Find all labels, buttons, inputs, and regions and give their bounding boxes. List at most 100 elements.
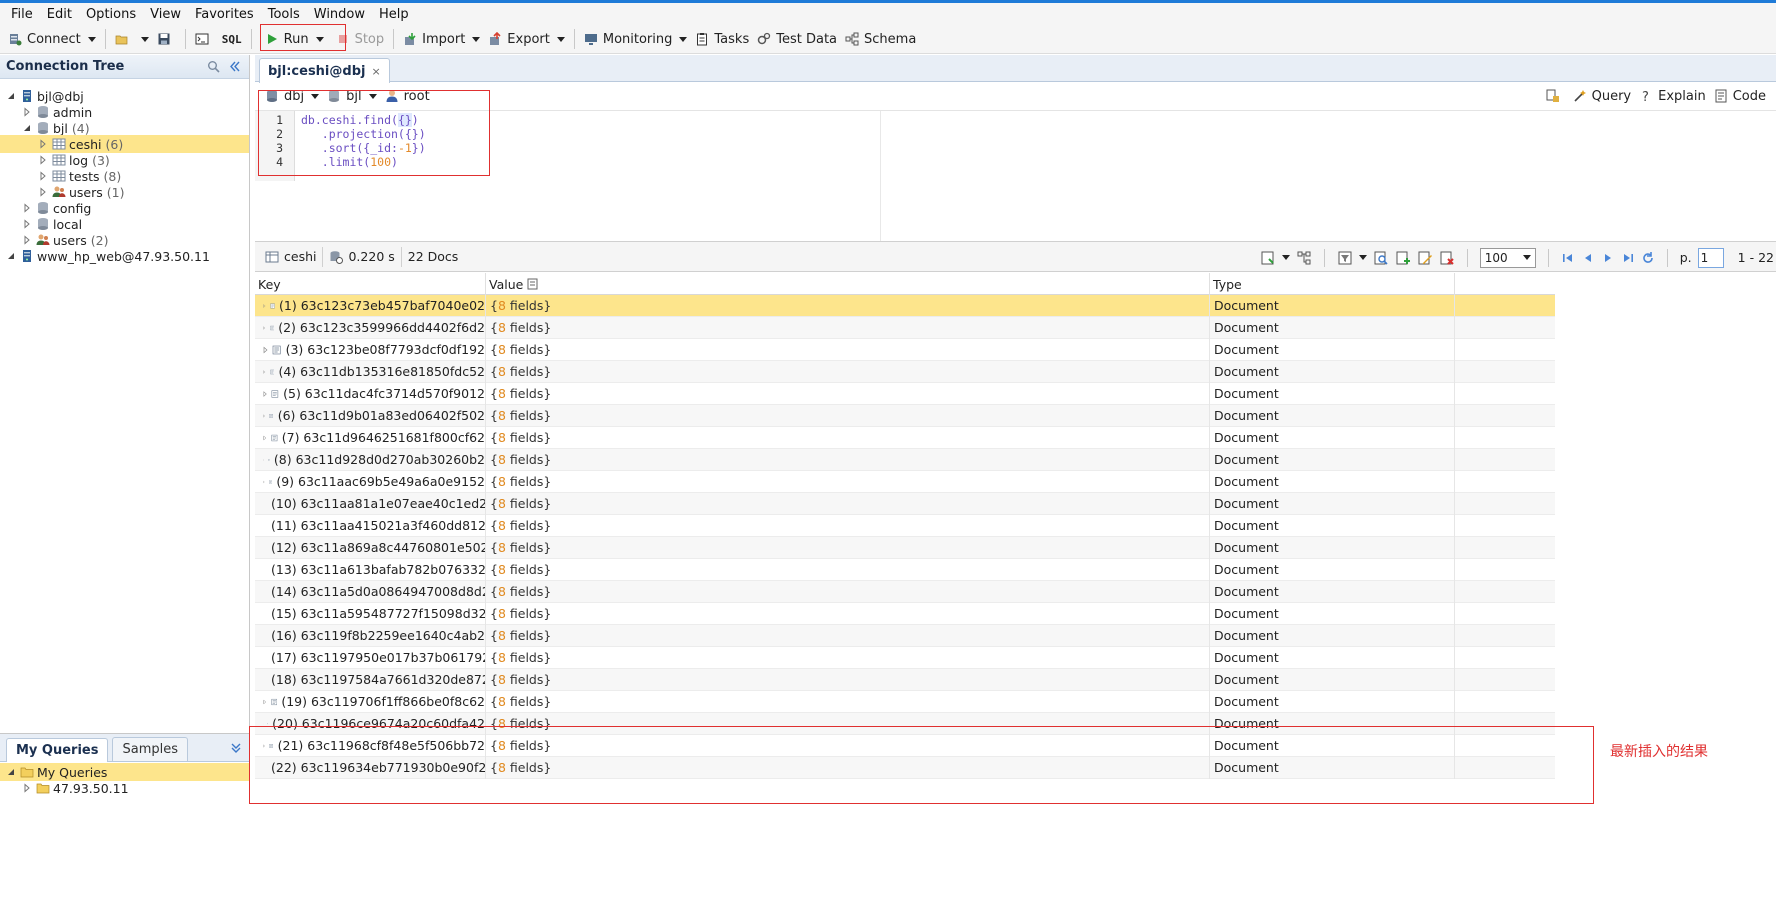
expand-row-icon[interactable]	[263, 697, 267, 707]
menu-edit[interactable]: Edit	[40, 7, 79, 22]
view-mode-dropdown-icon[interactable]	[1281, 255, 1290, 260]
run-button[interactable]: Run	[257, 27, 332, 51]
view-mode-icon[interactable]	[1260, 250, 1276, 266]
first-page-icon[interactable]	[1561, 251, 1575, 265]
expand-row-icon[interactable]	[263, 741, 266, 751]
table-row[interactable]: (6) 63c11d9b01a83ed06402f502{8 fields} Do…	[255, 404, 1555, 427]
connection-selector[interactable]: dbj	[261, 84, 323, 108]
run-dropdown-icon[interactable]	[315, 36, 324, 42]
expand-row-icon[interactable]	[263, 367, 266, 377]
column-header-key[interactable]: Key	[255, 273, 486, 295]
collapse-queries-icon[interactable]	[230, 742, 242, 754]
expanded-arrow-icon[interactable]	[6, 767, 16, 777]
expand-row-icon[interactable]	[263, 389, 267, 399]
menu-help[interactable]: Help	[372, 7, 416, 22]
table-row[interactable]: (12) 63c11a869a8c44760801e502{8 fields} D…	[255, 536, 1555, 559]
expand-row-icon[interactable]	[263, 301, 266, 311]
expand-row-icon[interactable]	[263, 411, 266, 421]
table-row[interactable]: (11) 63c11aa415021a3f460dd812{8 fields} D…	[255, 514, 1555, 537]
collapsed-arrow-icon[interactable]	[22, 783, 32, 793]
import-button[interactable]: Import	[399, 27, 484, 51]
expand-row-icon[interactable]	[263, 433, 267, 443]
expand-row-icon[interactable]	[263, 323, 266, 333]
expand-row-icon[interactable]	[263, 455, 264, 465]
stop-button[interactable]: Stop	[332, 27, 389, 51]
collapsed-arrow-icon[interactable]	[38, 155, 48, 165]
menu-favorites[interactable]: Favorites	[188, 7, 261, 22]
column-header-type[interactable]: Type	[1210, 273, 1455, 295]
column-header-value[interactable]: Value	[486, 273, 1210, 295]
last-page-icon[interactable]	[1621, 251, 1635, 265]
table-row[interactable]: (20) 63c1196ce9674a20c60dfa42{8 fields} D…	[255, 712, 1555, 735]
zoom-icon[interactable]	[1373, 250, 1389, 266]
table-row[interactable]: (13) 63c11a613bafab782b076332{8 fields} D…	[255, 558, 1555, 581]
menu-options[interactable]: Options	[79, 7, 143, 22]
query-button[interactable]: Query	[1569, 84, 1636, 108]
tree-item-www-hp-web-47-93-50-11[interactable]: www_hp_web@47.93.50.11	[0, 247, 249, 265]
table-row[interactable]: (17) 63c1197950e017b37b061792{8 fields} D…	[255, 646, 1555, 669]
tab-samples[interactable]: Samples	[112, 737, 189, 761]
collapsed-arrow-icon[interactable]	[38, 139, 48, 149]
menu-window[interactable]: Window	[307, 7, 372, 22]
menu-file[interactable]: File	[4, 7, 40, 22]
table-row[interactable]: (3) 63c123be08f7793dcf0df192{8 fields} Do…	[255, 338, 1555, 361]
table-row[interactable]: (2) 63c123c3599966dd4402f6d2{8 fields} Do…	[255, 316, 1555, 339]
collapsed-arrow-icon[interactable]	[22, 235, 32, 245]
expand-row-icon[interactable]	[263, 345, 268, 355]
table-row[interactable]: (18) 63c1197584a7661d320de872{8 fields} D…	[255, 668, 1555, 691]
code-button[interactable]: Code	[1710, 84, 1770, 108]
save-button[interactable]	[153, 27, 180, 51]
previous-page-icon[interactable]	[1581, 251, 1595, 265]
collapsed-arrow-icon[interactable]	[22, 203, 32, 213]
expanded-arrow-icon[interactable]	[6, 251, 16, 261]
explain-button[interactable]: ? Explain	[1635, 84, 1710, 108]
collapsed-arrow-icon[interactable]	[38, 187, 48, 197]
database-selector[interactable]: bjl	[323, 84, 380, 108]
table-row[interactable]: (16) 63c119f8b2259ee1640c4ab2{8 fields} D…	[255, 624, 1555, 647]
shell-button[interactable]	[191, 27, 218, 51]
expanded-arrow-icon[interactable]	[22, 123, 32, 133]
monitoring-dropdown-icon[interactable]	[679, 36, 688, 42]
menu-view[interactable]: View	[143, 7, 188, 22]
sql-button[interactable]: SQL	[218, 27, 246, 51]
table-row[interactable]: (4) 63c11db135316e81850fdc52{8 fields} Do…	[255, 360, 1555, 383]
collapse-panel-icon[interactable]	[228, 60, 241, 73]
tasks-button[interactable]: Tasks	[691, 27, 753, 51]
table-row[interactable]: (8) 63c11d928d0d270ab30260b2{8 fields} Do…	[255, 448, 1555, 471]
table-row[interactable]: (15) 63c11a595487727f15098d32{8 fields} D…	[255, 602, 1555, 625]
next-page-icon[interactable]	[1601, 251, 1615, 265]
expand-row-icon[interactable]	[263, 477, 265, 487]
document-tab[interactable]: bjl:ceshi@dbj ×	[259, 58, 390, 83]
edit-document-icon[interactable]	[1417, 250, 1433, 266]
monitoring-button[interactable]: Monitoring	[580, 27, 692, 51]
page-size-select[interactable]: 100	[1479, 247, 1536, 268]
export-dropdown-icon[interactable]	[556, 36, 565, 42]
table-row[interactable]: (21) 63c11968cf8f48e5f506bb72{8 fields} D…	[255, 734, 1555, 757]
table-row[interactable]: (22) 63c119634eb771930b0e90f2{8 fields} D…	[255, 756, 1555, 779]
refresh-icon[interactable]	[1641, 251, 1655, 265]
connect-button[interactable]: Connect	[4, 27, 100, 51]
collapsed-arrow-icon[interactable]	[22, 107, 32, 117]
table-row[interactable]: (7) 63c11d9646251681f800cf62{8 fields} Do…	[255, 426, 1555, 449]
table-row[interactable]: (9) 63c11aac69b5e49a6a0e9152{8 fields} Do…	[255, 470, 1555, 493]
collapsed-arrow-icon[interactable]	[38, 171, 48, 181]
schema-button[interactable]: Schema	[841, 27, 920, 51]
table-row[interactable]: (1) 63c123c73eb457baf7040e02{8 fields} Do…	[255, 294, 1555, 317]
tree-view-icon[interactable]	[1296, 250, 1312, 266]
import-dropdown-icon[interactable]	[472, 36, 481, 42]
table-row[interactable]: (5) 63c11dac4fc3714d570f9012{8 fields} Do…	[255, 382, 1555, 405]
table-row[interactable]: (14) 63c11a5d0a0864947008d8d2{8 fields} D…	[255, 580, 1555, 603]
tab-my-queries[interactable]: My Queries	[6, 738, 109, 762]
filter-icon[interactable]	[1337, 250, 1353, 266]
open-button[interactable]	[111, 27, 153, 51]
test-data-button[interactable]: Test Data	[753, 27, 841, 51]
expanded-arrow-icon[interactable]	[6, 91, 16, 101]
menu-tools[interactable]: Tools	[261, 7, 307, 22]
page-input[interactable]: 1	[1697, 247, 1724, 268]
open-dropdown-icon[interactable]	[140, 36, 149, 42]
query-options-button[interactable]	[1542, 84, 1569, 108]
search-icon[interactable]	[207, 60, 220, 73]
queries-folder-item[interactable]: 47.93.50.11	[0, 779, 249, 797]
collapsed-arrow-icon[interactable]	[22, 219, 32, 229]
delete-document-icon[interactable]	[1439, 250, 1455, 266]
